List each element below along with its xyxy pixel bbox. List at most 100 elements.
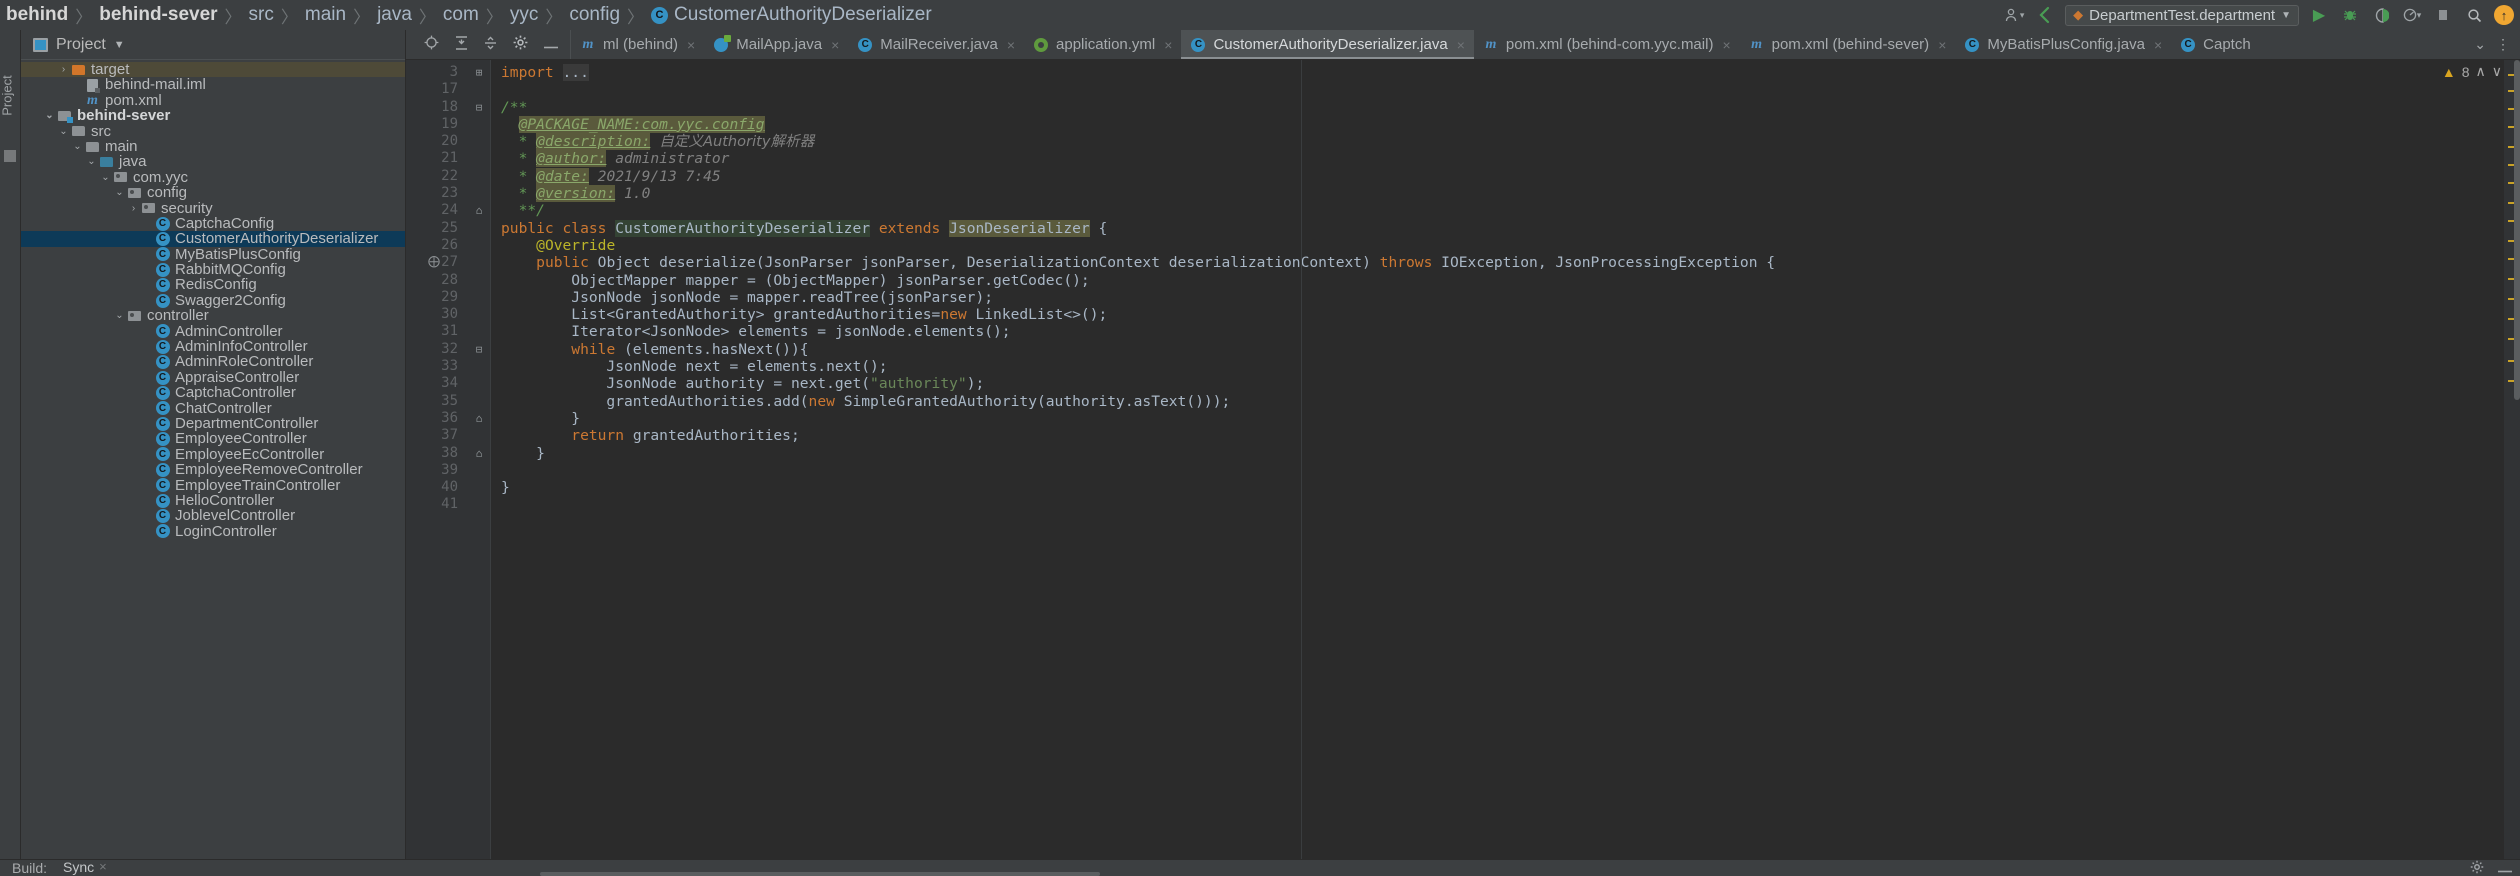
tree-node-appraisecontroller[interactable]: C AppraiseController (21, 369, 405, 385)
tree-node-logincontroller[interactable]: C LoginController (21, 523, 405, 539)
breadcrumb-item-config[interactable]: config (565, 4, 624, 26)
editor-tab-mailreceiver-java[interactable]: C MailReceiver.java × (848, 30, 1024, 59)
tree-node-mybatisplusconfig[interactable]: C MyBatisPlusConfig (21, 246, 405, 262)
fold-toggle-icon[interactable]: ⌂ (468, 202, 490, 219)
close-icon[interactable]: × (687, 37, 695, 53)
tree-node-customerauthoritydeserializer[interactable]: C CustomerAuthorityDeserializer (21, 231, 405, 247)
override-method-marker-icon[interactable]: ⨁ (428, 254, 440, 268)
chevron-down-icon[interactable]: ⌄ (113, 185, 126, 200)
vertical-scrollbar-thumb[interactable] (2514, 60, 2520, 400)
structure-tool-window-button[interactable] (4, 150, 16, 162)
tree-node-src[interactable]: ⌄ src (21, 123, 405, 139)
tree-node-captchaconfig[interactable]: C CaptchaConfig (21, 215, 405, 231)
breadcrumb-item-behind[interactable]: behind (2, 4, 72, 26)
tab-options-icon[interactable]: ⋮ (2496, 36, 2510, 53)
editor-tab-application-yml[interactable]: application.yml × (1024, 30, 1181, 59)
sync-tab[interactable]: Sync × (61, 859, 109, 876)
close-icon[interactable]: × (1938, 37, 1946, 53)
code-content[interactable]: import ... /** @PACKAGE_NAME:com.yyc.con… (490, 60, 2504, 859)
project-tool-window-button[interactable]: Project (0, 75, 15, 115)
expand-all-icon[interactable] (455, 35, 468, 54)
fold-toggle-icon[interactable]: ⌂ (468, 445, 490, 462)
chevron-down-icon[interactable]: ⌄ (43, 108, 56, 123)
tree-node-behind-mail-iml[interactable]: behind-mail.iml (21, 77, 405, 93)
tree-node-rabbitmqconfig[interactable]: C RabbitMQConfig (21, 262, 405, 277)
breadcrumb-item-java[interactable]: java (373, 4, 416, 26)
editor-tab-ml--behind-[interactable]: m ml (behind) × (571, 30, 704, 59)
settings-gear-icon[interactable] (513, 35, 528, 54)
debug-bug-icon[interactable] (2339, 4, 2361, 26)
breadcrumb-current-file[interactable]: C CustomerAuthorityDeserializer (647, 4, 936, 26)
code-editor[interactable]: 3 17 18 19 20 21 22 23 24 25 26 27 28 29 30 31 32 33 34 35 3… (406, 60, 2520, 859)
project-tree[interactable]: › target behind-mail.iml m pom.xml ⌄ behind-se… (21, 60, 405, 859)
search-magnifier-icon[interactable] (2463, 4, 2485, 26)
chevron-down-icon[interactable]: ⌄ (71, 139, 84, 154)
tree-node-config[interactable]: ⌄ config (21, 185, 405, 201)
error-stripe-marker-bar[interactable] (2504, 60, 2520, 859)
gear-icon[interactable] (2470, 860, 2484, 876)
update-available-icon[interactable]: ↑ (2494, 5, 2514, 25)
tree-node-admininfocontroller[interactable]: C AdminInfoController (21, 339, 405, 354)
collapse-all-icon[interactable] (484, 36, 497, 54)
code-folding-column[interactable]: ⊞ ⊟ ⌂ ⊟ ⌂ ⌂ (468, 60, 490, 859)
tree-node-captchacontroller[interactable]: C CaptchaController (21, 385, 405, 401)
close-icon[interactable]: × (1007, 37, 1015, 53)
tree-node-com-yyc[interactable]: ⌄ com.yyc (21, 169, 405, 185)
breadcrumb-item-behind-sever[interactable]: behind-sever (95, 4, 221, 26)
chevron-right-icon[interactable]: › (127, 201, 140, 216)
tree-node-target[interactable]: › target (21, 62, 405, 77)
search-icon[interactable] (2034, 4, 2056, 26)
tree-node-redisconfig[interactable]: C RedisConfig (21, 277, 405, 293)
tree-node-main[interactable]: ⌄ main (21, 139, 405, 155)
chevron-right-icon[interactable]: › (57, 62, 70, 77)
tree-node-controller[interactable]: ⌄ controller (21, 308, 405, 324)
fold-toggle-icon[interactable]: ⊟ (468, 341, 490, 358)
tree-node-employeetraincontroller[interactable]: C EmployeeTrainController (21, 477, 405, 493)
chevron-down-icon[interactable]: ⌄ (85, 154, 98, 169)
tree-node-java[interactable]: ⌄ java (21, 154, 405, 170)
inspection-widget[interactable]: ▲ 8 ∧ ∨ (2442, 63, 2502, 80)
close-icon[interactable]: × (99, 859, 107, 874)
editor-tab-customerauthoritydeserializer-java[interactable]: C CustomerAuthorityDeserializer.java × (1181, 30, 1474, 59)
tree-node-chatcontroller[interactable]: C ChatController (21, 400, 405, 416)
tree-node-security[interactable]: › security (21, 200, 405, 216)
prev-problem-icon[interactable]: ∧ (2476, 63, 2486, 80)
tree-node-pom-xml[interactable]: m pom.xml (21, 92, 405, 108)
close-icon[interactable]: × (1164, 37, 1172, 53)
editor-tab-captch[interactable]: C Captch (2171, 30, 2260, 59)
fold-toggle-icon[interactable]: ⊞ (468, 64, 490, 81)
tree-node-hellocontroller[interactable]: C HelloController (21, 493, 405, 508)
tree-node-swagger2config[interactable]: C Swagger2Config (21, 292, 405, 308)
horizontal-scrollbar[interactable] (540, 872, 1100, 876)
stop-icon[interactable] (2432, 4, 2454, 26)
locate-icon[interactable] (424, 35, 439, 54)
chevron-down-icon[interactable]: ⌄ (57, 124, 70, 139)
fold-toggle-icon[interactable]: ⊟ (468, 99, 490, 116)
hide-panel-icon[interactable] (544, 36, 558, 53)
editor-tab-pom-xml--behind-com-yyc-mail-[interactable]: m pom.xml (behind-com.yyc.mail) × (1474, 30, 1740, 59)
tree-node-departmentcontroller[interactable]: C DepartmentController (21, 416, 405, 431)
chevron-down-icon[interactable]: ⌄ (2474, 36, 2486, 53)
run-configuration-selector[interactable]: ◆ DepartmentTest.department ▼ (2065, 4, 2299, 26)
close-icon[interactable]: × (2154, 37, 2162, 53)
user-avatar-icon[interactable]: ▾ (2003, 4, 2025, 26)
tree-node-admincontroller[interactable]: C AdminController (21, 323, 405, 339)
run-with-coverage-icon[interactable] (2370, 4, 2392, 26)
close-icon[interactable]: × (1722, 37, 1730, 53)
tree-node-employeeremovecontroller[interactable]: C EmployeeRemoveController (21, 462, 405, 478)
chevron-down-icon[interactable]: ▼ (114, 39, 125, 51)
minimize-icon[interactable] (2498, 860, 2512, 876)
breadcrumb-item-main[interactable]: main (301, 4, 350, 26)
breadcrumb-item-src[interactable]: src (245, 4, 278, 26)
profiler-icon[interactable]: ▾ (2401, 4, 2423, 26)
editor-tab-mybatisplusconfig-java[interactable]: C MyBatisPlusConfig.java × (1955, 30, 2171, 59)
editor-tab-mailapp-java[interactable]: MailApp.java × (704, 30, 848, 59)
tree-node-behind-sever[interactable]: ⌄ behind-sever (21, 108, 405, 124)
editor-tab-pom-xml--behind-sever-[interactable]: m pom.xml (behind-sever) × (1740, 30, 1956, 59)
run-play-icon[interactable]: ▶ (2308, 4, 2330, 26)
chevron-down-icon[interactable]: ⌄ (99, 170, 112, 185)
breadcrumb-item-com[interactable]: com (439, 4, 483, 26)
close-icon[interactable]: × (1457, 37, 1465, 53)
tree-node-employeecontroller[interactable]: C EmployeeController (21, 431, 405, 447)
next-problem-icon[interactable]: ∨ (2492, 63, 2502, 80)
